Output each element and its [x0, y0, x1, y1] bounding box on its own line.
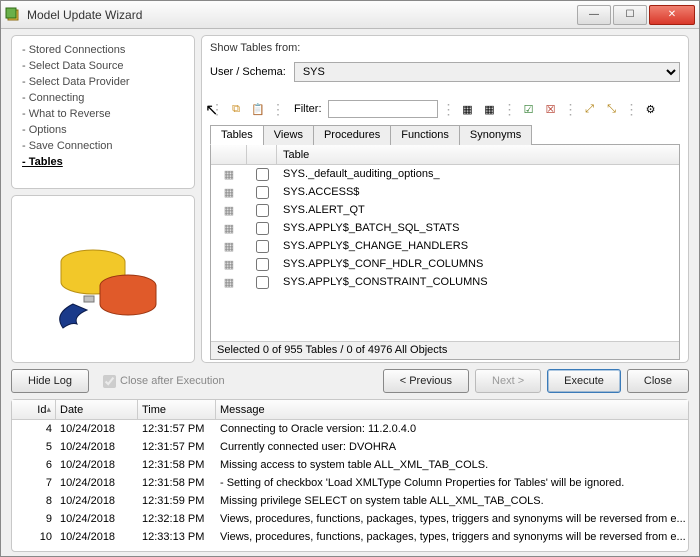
wizard-step[interactable]: - Stored Connections — [22, 42, 184, 58]
table-name: SYS.APPLY$_BATCH_SQL_STATS — [277, 222, 679, 234]
table-name: SYS._default_auditing_options_ — [277, 168, 679, 180]
table-row[interactable]: ▦ SYS.ALERT_QT — [211, 201, 679, 219]
window-title: Model Update Wizard — [27, 8, 577, 22]
show-tables-from-label: Show Tables from: — [210, 42, 680, 54]
app-window: Model Update Wizard — ☐ ✕ - Stored Conne… — [0, 0, 700, 557]
uncheck-all-icon[interactable]: ☒ — [542, 100, 560, 118]
table-icon: ▦ — [224, 240, 234, 253]
table-grid-header: Table — [211, 145, 679, 165]
wizard-steps: - Stored Connections - Select Data Sourc… — [11, 35, 195, 189]
app-icon — [5, 7, 21, 23]
table-name: SYS.ACCESS$ — [277, 186, 679, 198]
object-type-tabs: TablesViewsProceduresFunctionsSynonyms — [210, 124, 680, 145]
table-name: SYS.APPLY$_CONF_HDLR_COLUMNS — [277, 258, 679, 270]
wizard-artwork — [11, 195, 195, 363]
table-name: SYS.APPLY$_CONSTRAINT_COLUMNS — [277, 276, 679, 288]
copy-icon[interactable]: ⧉ — [227, 100, 245, 118]
table-icon: ▦ — [224, 222, 234, 235]
expand-icon[interactable]: ⤢ — [581, 100, 599, 118]
table-name: SYS.APPLY$_CHANGE_HANDLERS — [277, 240, 679, 252]
log-row[interactable]: 810/24/201812:31:59 PMMissing privilege … — [12, 492, 688, 510]
log-row[interactable]: 510/24/201812:31:57 PMCurrently connecte… — [12, 438, 688, 456]
grid-red-icon[interactable]: ▦ — [459, 100, 477, 118]
selection-status: Selected 0 of 955 Tables / 0 of 4976 All… — [211, 341, 679, 359]
table-icon: ▦ — [224, 186, 234, 199]
titlebar: Model Update Wizard — ☐ ✕ — [1, 1, 699, 29]
log-row[interactable]: 410/24/201812:31:57 PMConnecting to Orac… — [12, 420, 688, 438]
filter-toolbar: ⋮ ⧉ 📋 ⋮ Filter: ⋮ ▦ ▦ ⋮ ☑ ☒ ⋮ ⤢ ⤡ ⋮ ⚙ — [210, 100, 680, 118]
tab-procedures[interactable]: Procedures — [313, 125, 391, 145]
maximize-button[interactable]: ☐ — [613, 5, 647, 25]
collapse-icon[interactable]: ⤡ — [603, 100, 621, 118]
filter-label: Filter: — [294, 103, 322, 115]
table-icon: ▦ — [224, 258, 234, 271]
paste-icon[interactable]: 📋 — [249, 100, 267, 118]
row-checkbox[interactable] — [256, 222, 269, 235]
wizard-step[interactable]: - Save Connection — [22, 138, 184, 154]
log-row[interactable]: 910/24/201812:32:18 PMViews, procedures,… — [12, 510, 688, 528]
log-row[interactable]: 610/24/201812:31:58 PMMissing access to … — [12, 456, 688, 474]
wizard-step[interactable]: - Tables — [22, 154, 184, 170]
close-after-execution-checkbox[interactable]: Close after Execution — [103, 375, 225, 388]
tab-functions[interactable]: Functions — [390, 125, 460, 145]
window-close-button[interactable]: ✕ — [649, 5, 695, 25]
wizard-step[interactable]: - Connecting — [22, 90, 184, 106]
row-checkbox[interactable] — [256, 276, 269, 289]
tab-synonyms[interactable]: Synonyms — [459, 125, 532, 145]
check-all-icon[interactable]: ☑ — [520, 100, 538, 118]
tab-tables[interactable]: Tables — [210, 125, 264, 145]
filter-input[interactable] — [328, 100, 438, 118]
row-checkbox[interactable] — [256, 258, 269, 271]
table-icon: ▦ — [224, 204, 234, 217]
hide-log-button[interactable]: Hide Log — [11, 369, 89, 393]
table-icon: ▦ — [224, 276, 234, 289]
minimize-button[interactable]: — — [577, 5, 611, 25]
settings-icon[interactable]: ⚙ — [642, 100, 660, 118]
wizard-step[interactable]: - Select Data Source — [22, 58, 184, 74]
execute-button[interactable]: Execute — [547, 369, 621, 393]
row-checkbox[interactable] — [256, 168, 269, 181]
close-button[interactable]: Close — [627, 369, 689, 393]
table-row[interactable]: ▦ SYS.ACCESS$ — [211, 183, 679, 201]
table-row[interactable]: ▦ SYS.APPLY$_CONF_HDLR_COLUMNS — [211, 255, 679, 273]
wizard-step[interactable]: - Options — [22, 122, 184, 138]
table-name: SYS.ALERT_QT — [277, 204, 679, 216]
log-row[interactable]: 1010/24/201812:33:13 PMViews, procedures… — [12, 528, 688, 546]
row-checkbox[interactable] — [256, 240, 269, 253]
next-button: Next > — [475, 369, 541, 393]
table-grid-body[interactable]: ▦ SYS._default_auditing_options_ ▦ SYS.ACCE… — [211, 165, 679, 341]
table-icon: ▦ — [224, 168, 234, 181]
log-body[interactable]: 410/24/201812:31:57 PMConnecting to Orac… — [12, 420, 688, 551]
table-row[interactable]: ▦ SYS._default_auditing_options_ — [211, 165, 679, 183]
table-row[interactable]: ▦ SYS.APPLY$_CHANGE_HANDLERS — [211, 237, 679, 255]
row-checkbox[interactable] — [256, 186, 269, 199]
wizard-step[interactable]: - What to Reverse — [22, 106, 184, 122]
log-row[interactable]: 710/24/201812:31:58 PM - Setting of chec… — [12, 474, 688, 492]
log-header: Id Date Time Message — [12, 400, 688, 420]
schema-select[interactable]: SYS — [294, 62, 680, 82]
schema-label: User / Schema: — [210, 66, 286, 78]
previous-button[interactable]: < Previous — [383, 369, 469, 393]
table-row[interactable]: ▦ SYS.APPLY$_BATCH_SQL_STATS — [211, 219, 679, 237]
grid-green-icon[interactable]: ▦ — [481, 100, 499, 118]
row-checkbox[interactable] — [256, 204, 269, 217]
tab-views[interactable]: Views — [263, 125, 314, 145]
table-row[interactable]: ▦ SYS.APPLY$_CONSTRAINT_COLUMNS — [211, 273, 679, 291]
wizard-step[interactable]: - Select Data Provider — [22, 74, 184, 90]
